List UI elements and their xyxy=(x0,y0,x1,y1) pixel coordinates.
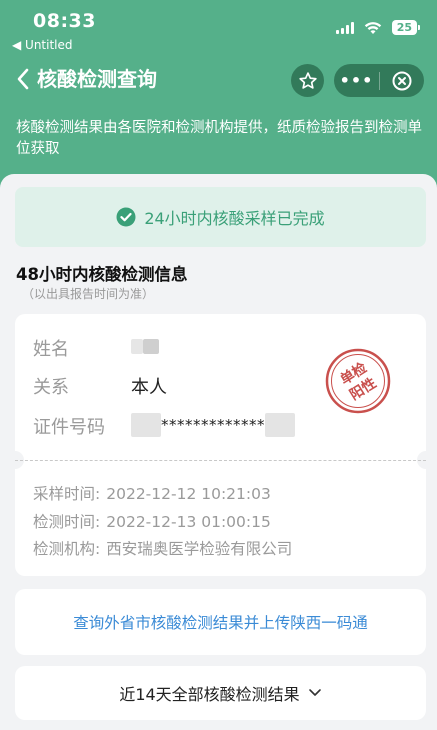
dashed-divider xyxy=(15,460,426,461)
star-icon xyxy=(298,71,317,89)
section-subtitle: （以出具报告时间为准） xyxy=(22,287,155,301)
section-title: 48小时内核酸检测信息 xyxy=(16,265,188,284)
content-panel: 24小时内核酸采样已完成 48小时内核酸检测信息 （以出具报告时间为准） 姓名 … xyxy=(0,174,437,730)
status-time: 08:33 xyxy=(33,10,96,32)
all-results-button[interactable]: 近14天全部核酸检测结果 xyxy=(15,666,426,720)
close-button[interactable] xyxy=(380,71,424,91)
test-org-row: 检测机构: 西安瑞奥医学检验有限公司 xyxy=(33,537,292,559)
status-icons: 25 xyxy=(335,20,421,35)
id-label: 证件号码 xyxy=(33,417,105,438)
sample-time-row: 采样时间: 2022-12-12 10:21:03 xyxy=(33,482,271,504)
header: 08:33 ◀ Untitled 25 核酸检测查询 ••• 核酸检测结果由各医… xyxy=(0,0,437,200)
status-back-link[interactable]: ◀ Untitled xyxy=(12,38,73,52)
test-time-label: 检测时间: xyxy=(33,513,101,531)
battery-icon: 25 xyxy=(391,20,421,35)
signal-icon xyxy=(335,21,354,34)
test-org-label: 检测机构: xyxy=(33,540,101,558)
external-results-link[interactable]: 查询外省市核酸检测结果并上传陕西一码通 xyxy=(15,589,426,655)
completion-banner: 24小时内核酸采样已完成 xyxy=(15,187,426,247)
name-value-redacted xyxy=(131,335,159,356)
relation-label: 关系 xyxy=(33,377,69,398)
result-stamp: 单检 阳性 xyxy=(325,348,391,414)
miniapp-capsule: ••• xyxy=(334,64,424,97)
id-prefix-redacted xyxy=(131,413,161,437)
close-circle-icon xyxy=(392,71,412,90)
wifi-icon xyxy=(364,21,381,34)
page-title: 核酸检测查询 xyxy=(37,67,157,91)
more-button[interactable]: ••• xyxy=(334,64,379,97)
check-circle-icon xyxy=(116,207,136,227)
id-suffix-redacted xyxy=(265,413,295,437)
chevron-down-icon xyxy=(308,689,321,696)
favorite-button[interactable] xyxy=(291,64,324,97)
sample-time-label: 采样时间: xyxy=(33,485,101,503)
test-info-card: 姓名 关系 本人 证件号码 ************* 单检 阳性 采样时间: … xyxy=(6,314,435,576)
name-label: 姓名 xyxy=(33,339,69,360)
all-results-label: 近14天全部核酸检测结果 xyxy=(119,685,300,704)
test-time-row: 检测时间: 2022-12-13 01:00:15 xyxy=(33,510,271,532)
sample-time-value: 2022-12-12 10:21:03 xyxy=(106,485,271,503)
test-time-value: 2022-12-13 01:00:15 xyxy=(106,513,271,531)
notice-text: 核酸检测结果由各医院和检测机构提供，纸质检验报告到检测单位获取 xyxy=(16,120,422,157)
back-chevron-icon[interactable] xyxy=(14,64,34,94)
relation-value: 本人 xyxy=(131,377,167,398)
completion-text: 24小时内核酸采样已完成 xyxy=(144,209,325,228)
id-value: ************* xyxy=(131,413,295,437)
test-org-value: 西安瑞奥医学检验有限公司 xyxy=(106,540,293,558)
